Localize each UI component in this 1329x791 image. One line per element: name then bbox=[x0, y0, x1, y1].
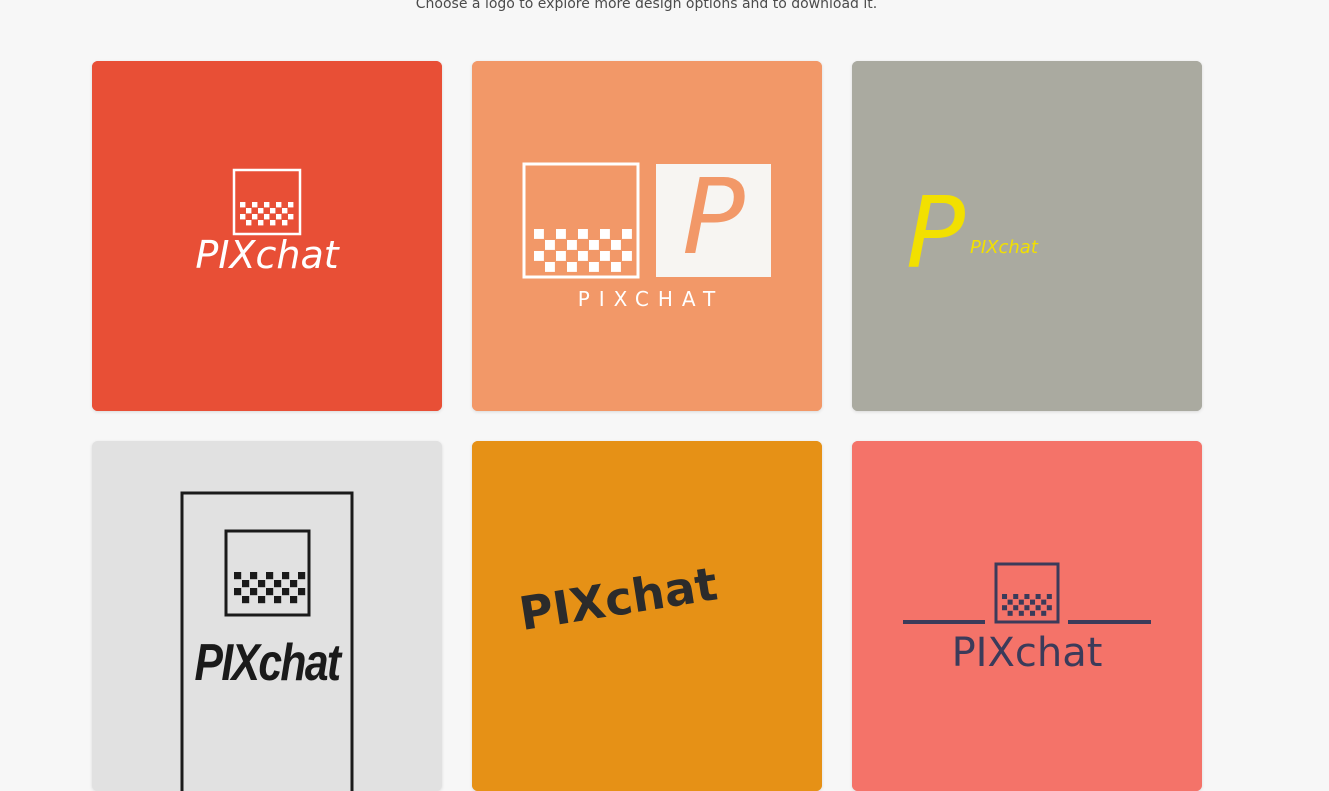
logo-3-monogram: P bbox=[906, 177, 966, 291]
checker-square bbox=[258, 580, 266, 588]
checker-square bbox=[250, 588, 258, 596]
logo-2-wordmark: PIXCHAT bbox=[577, 287, 725, 311]
checker-square bbox=[298, 572, 306, 580]
checker-square bbox=[556, 229, 566, 239]
logo-3-graphic bbox=[852, 61, 1202, 411]
checker-square bbox=[234, 572, 242, 580]
checker-square bbox=[1024, 605, 1030, 611]
logo-option-5[interactable]: PIXchat bbox=[472, 441, 822, 791]
logo-6-graphic bbox=[852, 441, 1202, 791]
checker-square bbox=[288, 202, 294, 208]
checker-square bbox=[274, 580, 282, 588]
logo-option-4[interactable]: PIXchat bbox=[92, 441, 442, 791]
logo-option-3[interactable]: P PIXchat bbox=[852, 61, 1202, 411]
checker-square bbox=[1002, 594, 1008, 600]
checker-square bbox=[264, 202, 270, 208]
checker-square bbox=[242, 580, 250, 588]
checker-square bbox=[258, 220, 264, 226]
logo-1-wordmark: PIXchat bbox=[195, 233, 339, 277]
checker-square bbox=[534, 229, 544, 239]
checker-square bbox=[1007, 610, 1013, 616]
checker-square bbox=[556, 251, 566, 261]
checker-square bbox=[250, 572, 258, 580]
checker-square bbox=[611, 240, 621, 250]
checker-square bbox=[578, 229, 588, 239]
checker-square bbox=[246, 208, 252, 214]
checker-square bbox=[252, 202, 258, 208]
checker-square bbox=[270, 220, 276, 226]
checker-square bbox=[589, 262, 599, 272]
checker-square bbox=[282, 208, 288, 214]
logo-option-1[interactable]: PIXchat bbox=[92, 61, 442, 411]
checker-square bbox=[266, 572, 274, 580]
logo-option-6[interactable]: PIXchat bbox=[852, 441, 1202, 791]
checker-square bbox=[298, 588, 306, 596]
checker-square bbox=[611, 262, 621, 272]
checker-square bbox=[290, 596, 298, 604]
checker-square bbox=[622, 229, 632, 239]
checker-square bbox=[1041, 610, 1047, 616]
checker-square bbox=[234, 588, 242, 596]
checker-square bbox=[1013, 594, 1019, 600]
checker-square bbox=[276, 214, 282, 220]
checker-square bbox=[252, 214, 258, 220]
checker-square bbox=[1035, 605, 1041, 611]
checker-square bbox=[282, 588, 290, 596]
checker-square bbox=[240, 202, 246, 208]
checker-square bbox=[282, 220, 288, 226]
logo-4-wordmark: PIXchat bbox=[194, 634, 342, 692]
checker-square bbox=[1013, 605, 1019, 611]
checker-square bbox=[600, 229, 610, 239]
checker-square bbox=[1030, 599, 1036, 605]
checker-square bbox=[1018, 599, 1024, 605]
checker-square bbox=[1035, 594, 1041, 600]
checker-square bbox=[622, 251, 632, 261]
logo-2-monogram: P bbox=[682, 156, 745, 278]
checker-square bbox=[264, 214, 270, 220]
checker-square bbox=[258, 208, 264, 214]
checker-square bbox=[1030, 610, 1036, 616]
checker-square bbox=[1002, 605, 1008, 611]
checker-square bbox=[246, 220, 252, 226]
checker-square bbox=[545, 240, 555, 250]
logo-3-wordmark: PIXchat bbox=[970, 237, 1038, 258]
logo-option-2[interactable]: P PIXCHAT bbox=[472, 61, 822, 411]
checker-square bbox=[1007, 599, 1013, 605]
checker-square bbox=[567, 240, 577, 250]
checker-square bbox=[567, 262, 577, 272]
checker-square bbox=[578, 251, 588, 261]
logo-4-graphic bbox=[92, 441, 442, 791]
checker-square bbox=[258, 596, 266, 604]
checker-square bbox=[1018, 610, 1024, 616]
checker-square bbox=[1046, 594, 1052, 600]
checker-square bbox=[266, 588, 274, 596]
checker-square bbox=[270, 208, 276, 214]
checker-square bbox=[589, 240, 599, 250]
checker-square bbox=[545, 262, 555, 272]
checker-square bbox=[288, 214, 294, 220]
checker-square bbox=[276, 202, 282, 208]
logo-6-wordmark: PIXchat bbox=[951, 630, 1103, 676]
checker-square bbox=[290, 580, 298, 588]
checker-square bbox=[1024, 594, 1030, 600]
checker-square bbox=[274, 596, 282, 604]
checker-square bbox=[1046, 605, 1052, 611]
checker-square bbox=[242, 596, 250, 604]
checker-square bbox=[534, 251, 544, 261]
checker-square bbox=[282, 572, 290, 580]
checker-square bbox=[600, 251, 610, 261]
checker-square bbox=[1041, 599, 1047, 605]
checker-square bbox=[240, 214, 246, 220]
page-subtitle: Choose a logo to explore more design opt… bbox=[415, 0, 878, 12]
